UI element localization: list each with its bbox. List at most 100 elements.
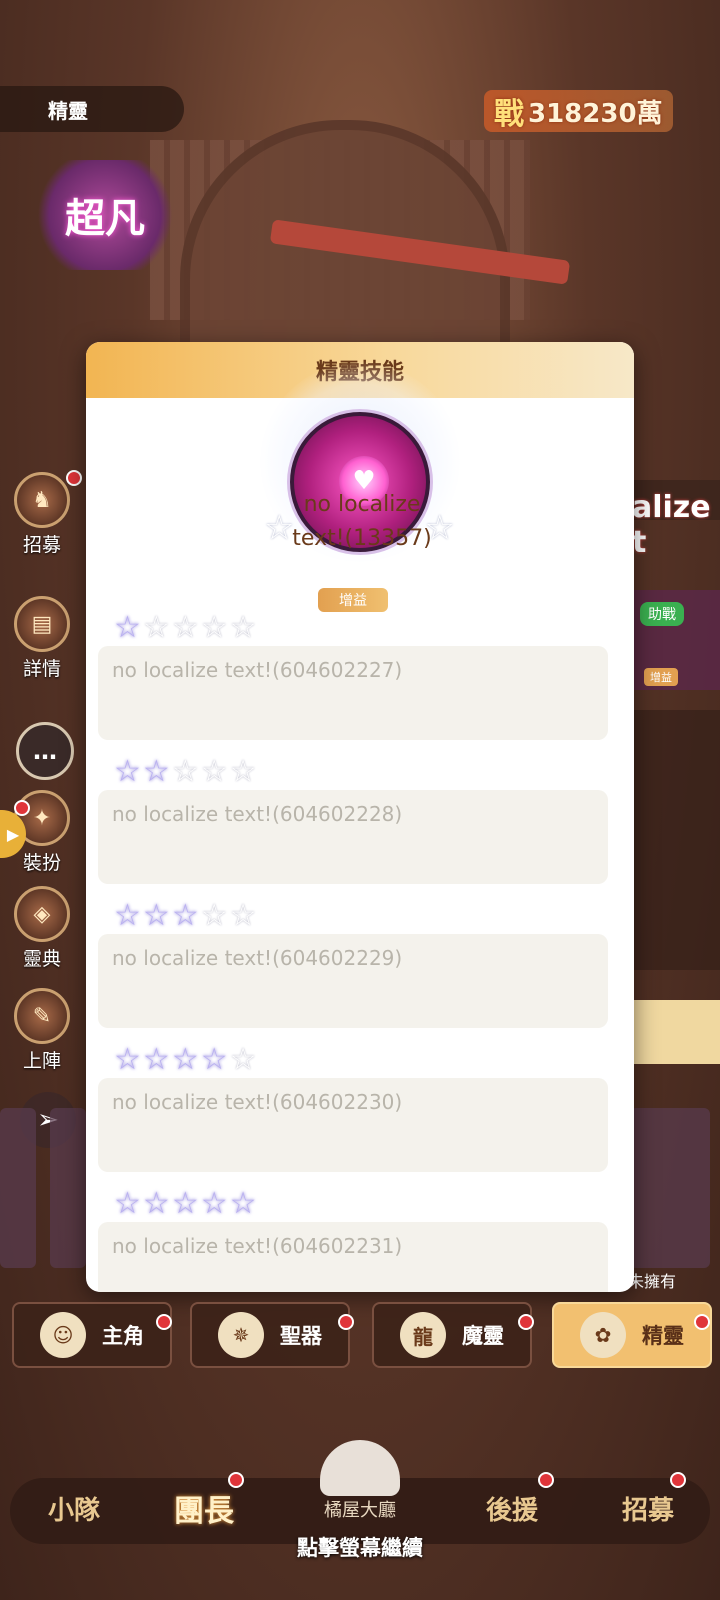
notification-dot xyxy=(228,1472,244,1488)
star-empty-icon: ☆ xyxy=(229,610,259,645)
character-card[interactable] xyxy=(0,1108,36,1268)
star-filled-icon: ☆ xyxy=(171,898,201,933)
star-rating: ☆☆☆☆☆ xyxy=(114,610,259,645)
home-button[interactable]: 橘屋大廳 xyxy=(300,1440,420,1540)
star-filled-icon: ☆ xyxy=(142,898,172,933)
right-fragment-text: alize t xyxy=(632,490,711,560)
star-empty-icon: ☆ xyxy=(200,610,230,645)
section-title: 精靈 xyxy=(0,86,184,132)
skill-modal[interactable]: 精靈技能 ♥ ☆ ☆ 增益 no localize text!(13357) ☆… xyxy=(86,342,634,1292)
star-filled-icon: ☆ xyxy=(200,1042,230,1077)
assist-card[interactable]: 助戰 增益 xyxy=(620,590,720,690)
side-item-codex[interactable]: ◈ 靈典 xyxy=(8,886,76,971)
notification-dot xyxy=(694,1314,710,1330)
rank-logo: 超凡 xyxy=(30,160,180,270)
notification-dot xyxy=(156,1314,172,1330)
star-filled-icon: ☆ xyxy=(200,1186,230,1221)
continue-hint: 點擊螢幕繼續 xyxy=(297,1536,423,1560)
assist-buff-tag: 增益 xyxy=(644,668,678,686)
star-empty-icon: ☆ xyxy=(229,1042,259,1077)
cat-house-icon xyxy=(320,1440,400,1496)
star-filled-icon: ☆ xyxy=(142,754,172,789)
tab-label: 主角 xyxy=(102,1324,144,1348)
right-button[interactable] xyxy=(620,1000,720,1064)
level-description: no localize text!(604602229) xyxy=(98,934,608,1028)
bottom-tab-bar: ☺ 主角 ✵ 聖器 龍 魔靈 ✿ 精靈 xyxy=(0,1302,720,1378)
right-panel xyxy=(620,710,720,970)
star-filled-icon: ☆ xyxy=(114,1186,143,1221)
star-filled-icon: ☆ xyxy=(114,1042,143,1077)
level-description: no localize text!(604602231) xyxy=(98,1222,608,1292)
side-item-label: 裝扮 xyxy=(22,852,61,874)
level-item: ☆☆☆☆☆ no localize text!(604602230) xyxy=(86,1036,634,1180)
star-empty-icon: ☆ xyxy=(200,898,230,933)
character-card[interactable] xyxy=(630,1108,710,1268)
notification-dot xyxy=(518,1314,534,1330)
star-empty-icon: ☆ xyxy=(200,754,230,789)
side-item-label: 靈典 xyxy=(22,948,61,970)
tab-hero[interactable]: ☺ 主角 xyxy=(12,1302,172,1368)
star-empty-icon: ☆ xyxy=(171,754,201,789)
level-item: ☆☆☆☆☆ no localize text!(604602229) xyxy=(86,892,634,1036)
tab-label: 魔靈 xyxy=(462,1324,504,1348)
star-rating: ☆☆☆☆☆ xyxy=(114,754,259,789)
tab-label: 精靈 xyxy=(642,1324,684,1348)
hero-icon: ☺ xyxy=(40,1312,86,1358)
side-item-recruit[interactable]: ♞ 招募 xyxy=(8,472,76,557)
star-filled-icon: ☆ xyxy=(142,1186,172,1221)
skill-name: no localize text!(13357) xyxy=(292,492,432,551)
level-item: ☆☆☆☆☆ no localize text!(604602228) xyxy=(86,748,634,892)
star-filled-icon: ☆ xyxy=(114,610,143,645)
artifact-icon: ✵ xyxy=(218,1312,264,1358)
level-list[interactable]: ☆☆☆☆☆ no localize text!(604602227) ☆☆☆☆☆… xyxy=(86,604,634,1292)
nav-item-recruit[interactable]: 招募 xyxy=(622,1490,674,1527)
recruit-icon: ♞ xyxy=(14,472,70,528)
notification-dot xyxy=(538,1472,554,1488)
level-item: ☆☆☆☆☆ no localize text!(604602231) xyxy=(86,1180,634,1292)
star-filled-icon: ☆ xyxy=(171,1042,201,1077)
star-rating: ☆☆☆☆☆ xyxy=(114,1186,259,1221)
notification-dot xyxy=(670,1472,686,1488)
side-item-label: 上陣 xyxy=(22,1050,61,1072)
side-item-deploy[interactable]: ✎ 上陣 xyxy=(8,988,76,1073)
codex-icon: ◈ xyxy=(14,886,70,942)
level-item: ☆☆☆☆☆ no localize text!(604602227) xyxy=(86,604,634,748)
not-owned-label: 未擁有 xyxy=(628,1272,677,1291)
tab-artifact[interactable]: ✵ 聖器 xyxy=(190,1302,350,1368)
tab-demon[interactable]: 龍 魔靈 xyxy=(372,1302,532,1368)
power-prefix: 戰 xyxy=(494,97,524,132)
character-card[interactable] xyxy=(50,1108,86,1268)
star-filled-icon: ☆ xyxy=(114,754,143,789)
power-value: 318230萬 xyxy=(528,98,663,129)
level-description: no localize text!(604602227) xyxy=(98,646,608,740)
power-display: 戰 318230萬 xyxy=(484,90,673,132)
star-rating: ☆☆☆☆☆ xyxy=(114,898,259,933)
tab-sprite[interactable]: ✿ 精靈 xyxy=(552,1302,712,1368)
tab-label: 聖器 xyxy=(280,1324,322,1348)
star-empty-icon: ☆ xyxy=(229,898,259,933)
notification-dot xyxy=(14,800,30,816)
side-item-label: 詳情 xyxy=(22,658,61,680)
level-description: no localize text!(604602228) xyxy=(98,790,608,884)
star-rating: ☆☆☆☆☆ xyxy=(114,1042,259,1077)
nav-item-support[interactable]: 後援 xyxy=(486,1490,538,1527)
sprite-icon: ✿ xyxy=(580,1312,626,1358)
deploy-icon: ✎ xyxy=(14,988,70,1044)
notification-dot xyxy=(66,470,82,486)
nav-item-leader[interactable]: 團長 xyxy=(174,1486,234,1530)
level-description: no localize text!(604602230) xyxy=(98,1078,608,1172)
dragon-icon: 龍 xyxy=(400,1312,446,1358)
star-filled-icon: ☆ xyxy=(142,1042,172,1077)
book-icon: ▤ xyxy=(14,596,70,652)
star-empty-icon: ☆ xyxy=(142,610,172,645)
assist-tag: 助戰 xyxy=(640,602,684,626)
nav-item-squad[interactable]: 小隊 xyxy=(48,1490,100,1527)
notification-dot xyxy=(338,1314,354,1330)
star-filled-icon: ☆ xyxy=(114,898,143,933)
star-empty-icon: ☆ xyxy=(171,610,201,645)
side-item-details[interactable]: ▤ 詳情 xyxy=(8,596,76,681)
chat-icon[interactable]: … xyxy=(16,722,74,780)
star-filled-icon: ☆ xyxy=(229,1186,259,1221)
star-filled-icon: ☆ xyxy=(171,1186,201,1221)
home-label: 橘屋大廳 xyxy=(324,1500,396,1521)
